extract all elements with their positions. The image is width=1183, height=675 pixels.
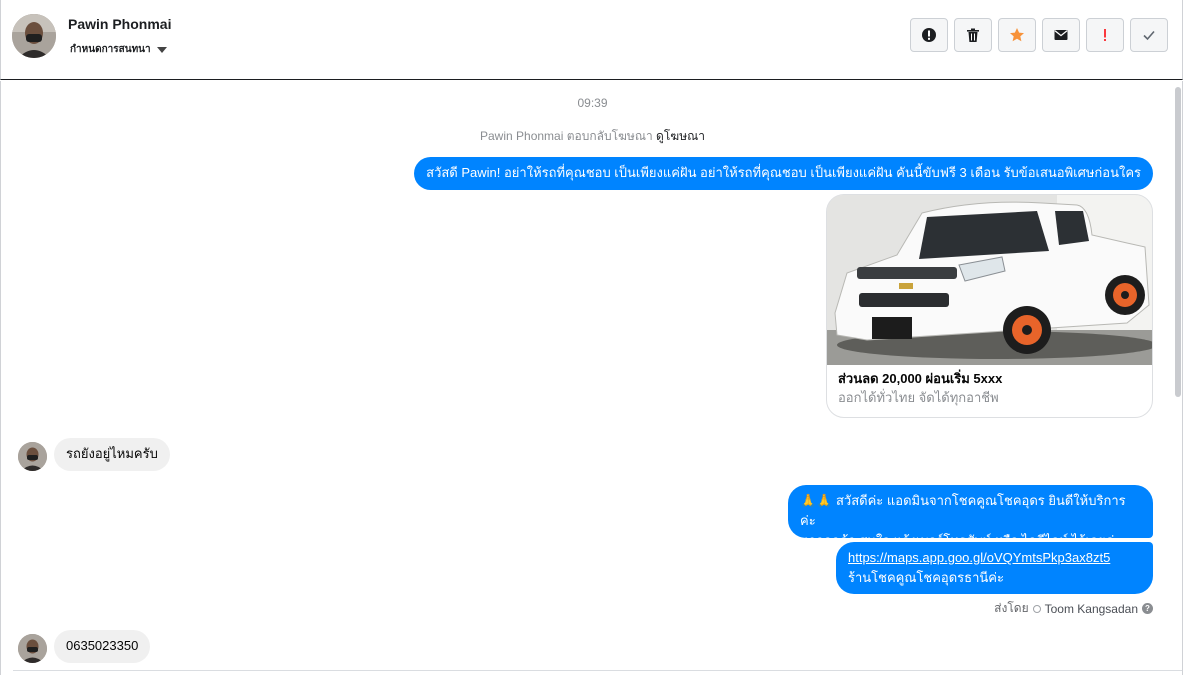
contact-avatar[interactable] — [12, 14, 56, 58]
sent-by-agent[interactable]: Toom Kangsadan — [1045, 602, 1138, 616]
ad-reply-text: Pawin Phonmai ตอบกลับโฆษณา — [480, 129, 653, 143]
exclamation-icon — [1104, 29, 1106, 41]
assign-conversation-dropdown[interactable]: กำหนดการสนทนา — [70, 42, 167, 57]
sent-by-label: ส่งโดย — [994, 601, 1029, 615]
ad-card-subtitle: ออกได้ทั่วไทย จัดได้ทุกอาชีพ — [838, 390, 999, 405]
check-icon — [1143, 30, 1155, 41]
message-thread[interactable]: 09:39 Pawin Phonmai ตอบกลับโฆษณา ดูโฆษณา… — [0, 81, 1183, 675]
conversation-header: Pawin Phonmai กำหนดการสนทนา — [0, 0, 1183, 80]
outgoing-message-greeting: สวัสดี Pawin! อย่าให้รถที่คุณชอบ เป็นเพี… — [414, 157, 1153, 190]
delete-button[interactable] — [954, 18, 992, 52]
conversation-actions — [910, 18, 1168, 52]
alert-circle-icon — [922, 28, 936, 42]
map-caption: ร้านโชคคูณโชคอุดรธานีค่ะ — [848, 570, 1004, 585]
mark-done-button[interactable] — [1130, 18, 1168, 52]
caret-down-icon — [156, 46, 167, 53]
ad-card[interactable]: ส่วนลด 20,000 ผ่อนเริ่ม 5xxx ออกได้ทั่วไ… — [826, 194, 1153, 418]
map-link[interactable]: https://maps.app.goo.gl/oVQYmtsPkp3ax8zt… — [848, 548, 1141, 568]
envelope-icon — [1054, 30, 1068, 40]
sent-by-info: ส่งโดย Toom Kangsadan ? — [994, 599, 1153, 618]
trash-icon — [967, 28, 979, 42]
agent-status-icon — [1032, 604, 1041, 613]
contact-name[interactable]: Pawin Phonmai — [68, 16, 171, 32]
follow-up-button[interactable] — [1086, 18, 1124, 52]
mark-unread-button[interactable] — [1042, 18, 1080, 52]
composer-divider — [13, 670, 1182, 671]
incoming-message-phone: 0635023350 — [54, 630, 151, 663]
outgoing-message-admin-reply: 🙏🙏 สวัสดีค่ะ แอดมินจากโชคคูณโชคอุดร ยินด… — [788, 485, 1153, 548]
star-button[interactable] — [998, 18, 1036, 52]
customer-avatar[interactable] — [18, 442, 47, 471]
outgoing-message-map: https://maps.app.goo.gl/oVQYmtsPkp3ax8zt… — [836, 542, 1153, 594]
help-icon[interactable]: ? — [1142, 603, 1153, 614]
message-timestamp: 09:39 — [577, 96, 608, 110]
reply-line-1: 🙏🙏 สวัสดีค่ะ แอดมินจากโชคคูณโชคอุดร ยินด… — [800, 493, 1126, 528]
ad-reply-notice: Pawin Phonmai ตอบกลับโฆษณา ดูโฆษณา — [1, 127, 1183, 146]
mark-spam-button[interactable] — [910, 18, 948, 52]
assign-conversation-label: กำหนดการสนทนา — [70, 44, 151, 55]
star-icon — [1010, 28, 1024, 42]
view-ad-link[interactable]: ดูโฆษณา — [656, 129, 705, 143]
car-image — [827, 195, 1152, 365]
incoming-message-question: รถยังอยู่ไหมครับ — [54, 438, 170, 471]
ad-card-title: ส่วนลด 20,000 ผ่อนเริ่ม 5xxx — [838, 371, 1003, 386]
customer-avatar[interactable] — [18, 634, 47, 663]
